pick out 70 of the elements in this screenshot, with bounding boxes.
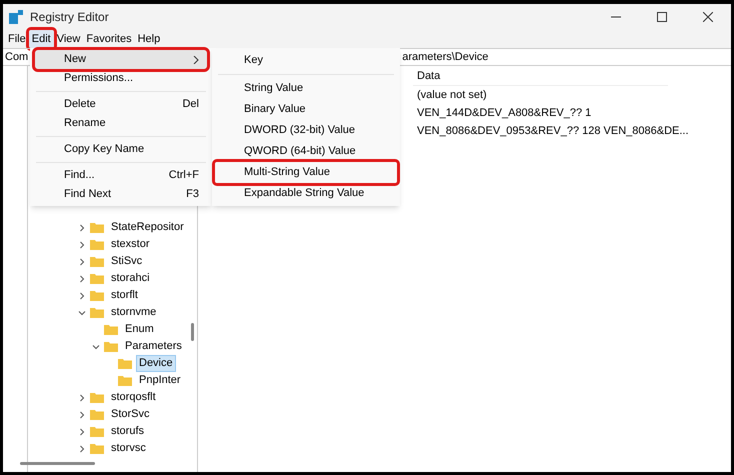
folder-icon — [90, 409, 104, 420]
menu-option[interactable]: Find... Ctrl+F — [35, 166, 207, 185]
menu-option[interactable]: Find Next F3 — [35, 185, 207, 204]
tree-item[interactable]: PnpInter — [136, 372, 184, 389]
tree-item[interactable]: stexstor — [108, 236, 153, 253]
tree-item[interactable]: Enum — [122, 321, 157, 338]
folder-icon — [118, 358, 132, 369]
folder-icon — [90, 290, 104, 301]
menu-option[interactable]: New — [35, 50, 207, 69]
tree-item[interactable]: stornvme — [108, 304, 160, 321]
menu-option[interactable]: Copy Key Name — [35, 140, 207, 159]
tree-item[interactable]: storahci — [108, 270, 153, 287]
chevron-icon[interactable] — [78, 240, 86, 248]
tree-item[interactable]: Device — [136, 355, 176, 372]
tree-item[interactable]: StorSvc — [108, 406, 153, 423]
maximize-icon — [657, 12, 667, 22]
chevron-icon[interactable] — [78, 224, 86, 232]
chevron-icon[interactable] — [92, 342, 100, 350]
scrollbar-thumb[interactable] — [191, 323, 194, 341]
folder-icon — [90, 443, 104, 454]
menu-option[interactable]: DWORD (32-bit) Value — [215, 120, 397, 141]
tree-item[interactable]: storflt — [108, 287, 141, 304]
menu-option[interactable]: QWORD (64-bit) Value — [215, 141, 397, 162]
chevron-icon[interactable] — [78, 292, 86, 300]
menu-option[interactable]: Binary Value — [215, 99, 397, 120]
chevron-icon[interactable] — [78, 394, 86, 402]
address-text: arameters\Device — [402, 50, 488, 65]
window-title: Registry Editor — [30, 9, 109, 26]
menu-item[interactable]: Edit — [28, 30, 54, 48]
tree-item[interactable]: storufs — [108, 423, 148, 440]
chevron-icon[interactable] — [78, 428, 86, 436]
folder-icon — [90, 222, 104, 233]
folder-icon — [90, 426, 104, 437]
tree-item[interactable]: Parameters — [122, 338, 185, 355]
folder-icon — [90, 239, 104, 250]
scrollbar-thumb[interactable] — [20, 462, 95, 465]
table-cell-text: (value not set) — [416, 88, 488, 103]
menu-option[interactable]: Permissions... — [35, 69, 207, 88]
menu-option[interactable]: Delete Del — [35, 95, 207, 114]
menu-option[interactable]: Rename — [35, 114, 207, 133]
menu-item[interactable]: Favorites — [83, 30, 135, 48]
column-header[interactable]: Data — [413, 68, 440, 85]
menu-item[interactable]: File — [5, 30, 29, 48]
table-cell-text: VEN_144D&DEV_A808&REV_?? 1 — [416, 106, 592, 121]
folder-icon — [90, 273, 104, 284]
app-icon — [9, 10, 23, 24]
chevron-icon[interactable] — [78, 444, 86, 452]
chevron-icon[interactable] — [78, 274, 86, 282]
menu-option[interactable]: Key — [215, 50, 397, 71]
folder-icon — [104, 324, 118, 335]
chevron-icon[interactable] — [78, 410, 86, 418]
folder-icon — [90, 307, 104, 318]
menu-option[interactable]: Expandable String Value — [215, 183, 397, 204]
menu-option[interactable]: String Value — [215, 78, 397, 99]
tree-item[interactable]: storqosflt — [108, 389, 159, 406]
table-cell-text: VEN_8086&DEV_0953&REV_?? 128 VEN_8086&DE... — [416, 124, 690, 139]
close-icon — [703, 12, 713, 22]
folder-icon — [90, 392, 104, 403]
folder-icon — [118, 375, 132, 386]
menu-item[interactable]: View — [54, 30, 84, 48]
menu-option[interactable]: Multi-String Value — [215, 162, 397, 183]
menu-item[interactable]: Help — [134, 30, 164, 48]
address-text: Com — [5, 50, 28, 65]
folder-icon — [104, 341, 118, 352]
tree-item[interactable]: StateRepositor — [108, 219, 187, 236]
folder-icon — [90, 256, 104, 267]
tree-item[interactable]: StiSvc — [108, 253, 146, 270]
chevron-icon[interactable] — [78, 308, 86, 316]
tree-item[interactable]: storvsc — [108, 440, 149, 457]
chevron-icon[interactable] — [78, 258, 86, 266]
